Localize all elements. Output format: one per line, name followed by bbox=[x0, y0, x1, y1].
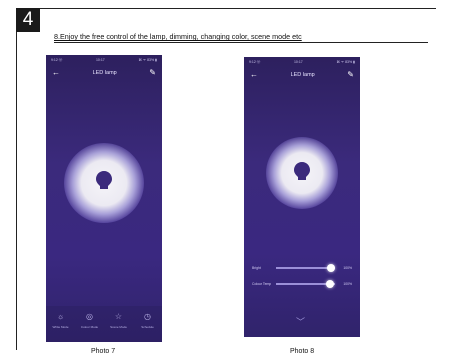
schedule-tab[interactable]: ◷ Schedule bbox=[134, 312, 162, 329]
scene-mode-label: Scene Mode bbox=[110, 325, 127, 329]
colour-mode-icon: ◎ bbox=[86, 312, 93, 321]
colour-temp-value: 100% bbox=[343, 282, 352, 286]
brightness-slider-row: Bright 100% bbox=[252, 263, 352, 273]
bulb-icon bbox=[96, 171, 112, 189]
schedule-label: Schedule bbox=[141, 325, 154, 329]
screen-title: LED lamp bbox=[290, 72, 315, 78]
scene-mode-icon: ☆ bbox=[114, 312, 123, 321]
mode-bar: ☼ White Mode ◎ Colour Mode ☆ Scene Mode … bbox=[46, 306, 162, 342]
brightness-slider-thumb[interactable] bbox=[327, 263, 336, 272]
status-time: 10:17 bbox=[293, 60, 303, 64]
brightness-slider[interactable] bbox=[275, 263, 336, 272]
colour-temp-label: Colour Temp bbox=[252, 282, 272, 286]
nav-bar: ← LED lamp ✎ bbox=[46, 65, 162, 81]
instruction-heading: 8.Enjoy the free control of the lamp, di… bbox=[54, 32, 428, 43]
step-number: 4 bbox=[16, 8, 40, 32]
schedule-icon: ◷ bbox=[144, 312, 151, 321]
colour-temp-slider-thumb[interactable] bbox=[325, 279, 334, 288]
edit-pencil-icon[interactable]: ✎ bbox=[347, 71, 354, 79]
status-bar: 9:12 ⓦ 10:17 ⌘ ᯤ 83% ▮ bbox=[244, 57, 360, 67]
white-mode-label: White Mode bbox=[52, 325, 69, 329]
scene-mode-tab[interactable]: ☆ Scene Mode bbox=[105, 312, 133, 329]
back-arrow-icon[interactable]: ← bbox=[250, 71, 258, 79]
phone-screenshot-photo-8: 9:12 ⓦ 10:17 ⌘ ᯤ 83% ▮ ← LED lamp ✎ Brig… bbox=[244, 57, 360, 337]
phone-screenshot-photo-7: 9:12 ⓦ 10:17 ⌘ ᯤ 83% ▮ ← LED lamp ✎ ☼ Wh… bbox=[46, 55, 162, 342]
colour-temp-slider[interactable] bbox=[275, 279, 336, 288]
status-right: ⌘ ᯤ 83% ▮ bbox=[138, 57, 157, 62]
colour-mode-label: Colour Mode bbox=[80, 325, 99, 329]
status-time: 10:17 bbox=[95, 58, 105, 62]
nav-bar: ← LED lamp ✎ bbox=[244, 67, 360, 83]
white-mode-icon: ☼ bbox=[56, 312, 65, 321]
status-left: 9:12 ⓦ bbox=[51, 57, 63, 62]
photo-8-caption: Photo 8 bbox=[290, 348, 315, 355]
brightness-value: 100% bbox=[343, 266, 352, 270]
status-bar: 9:12 ⓦ 10:17 ⌘ ᯤ 83% ▮ bbox=[46, 55, 162, 65]
status-right: ⌘ ᯤ 83% ▮ bbox=[336, 59, 355, 64]
back-arrow-icon[interactable]: ← bbox=[52, 69, 60, 77]
edit-pencil-icon[interactable]: ✎ bbox=[149, 69, 156, 77]
colour-mode-tab[interactable]: ◎ Colour Mode bbox=[76, 312, 104, 329]
bulb-icon bbox=[294, 162, 310, 180]
brightness-label: Bright bbox=[252, 266, 261, 270]
screen-title: LED lamp bbox=[92, 70, 117, 76]
instruction-text: 8.Enjoy the free control of the lamp, di… bbox=[54, 32, 302, 41]
white-mode-tab[interactable]: ☼ White Mode bbox=[47, 312, 75, 329]
status-left: 9:12 ⓦ bbox=[249, 59, 261, 64]
chevron-down-icon[interactable]: ﹀ bbox=[296, 315, 305, 328]
colour-temp-slider-row: Colour Temp 100% bbox=[252, 279, 352, 289]
photo-7-caption: Photo 7 bbox=[91, 348, 116, 355]
